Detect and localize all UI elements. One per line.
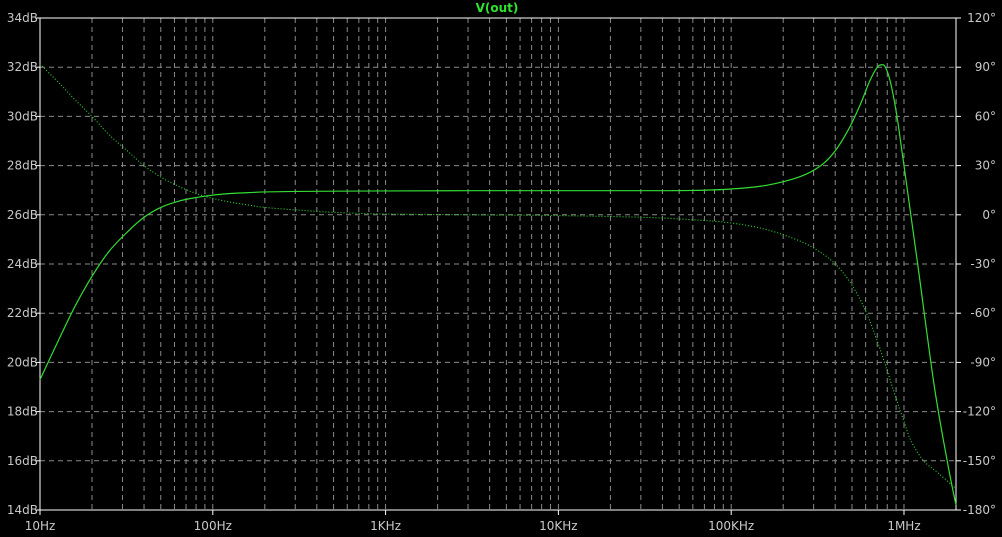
y-right-tick-label: 120°: [967, 11, 996, 25]
y-right-tick-label: -120°: [963, 405, 996, 419]
x-tick-label: 1KHz: [370, 519, 401, 533]
x-tick-label: 10KHz: [539, 519, 577, 533]
plot-background: [0, 0, 1002, 537]
y-left-tick-label: 24dB: [7, 257, 38, 271]
x-tick-label: 100KHz: [708, 519, 754, 533]
y-left-tick-label: 34dB: [7, 11, 38, 25]
y-left-tick-label: 18dB: [7, 405, 38, 419]
x-tick-label: 1MHz: [887, 519, 920, 533]
y-left-tick-label: 28dB: [7, 159, 38, 173]
y-right-tick-label: 60°: [975, 109, 996, 123]
y-left-tick-label: 22dB: [7, 306, 38, 320]
y-right-tick-label: 90°: [975, 60, 996, 74]
x-tick-label: 100Hz: [194, 519, 232, 533]
y-left-tick-label: 32dB: [7, 60, 38, 74]
y-right-tick-label: -90°: [970, 355, 996, 369]
bode-plot: V(out) 10Hz 100Hz 1KHz 10KHz 100KHz 1MHz 14dB…: [0, 0, 1002, 537]
y-right-tick-label: -60°: [970, 306, 996, 320]
y-left-tick-label: 20dB: [7, 355, 38, 369]
y-right-tick-label: -180°: [963, 503, 996, 517]
y-left-tick-label: 30dB: [7, 109, 38, 123]
y-left-tick-label: 14dB: [7, 503, 38, 517]
y-right-tick-label: 30°: [975, 159, 996, 173]
x-tick-label: 10Hz: [25, 519, 56, 533]
y-left-tick-label: 26dB: [7, 208, 38, 222]
y-right-tick-label: -30°: [970, 257, 996, 271]
chart-title: V(out): [476, 1, 519, 15]
y-right-tick-label: 0°: [982, 208, 996, 222]
y-left-tick-label: 16dB: [7, 454, 38, 468]
y-right-tick-label: -150°: [963, 454, 996, 468]
